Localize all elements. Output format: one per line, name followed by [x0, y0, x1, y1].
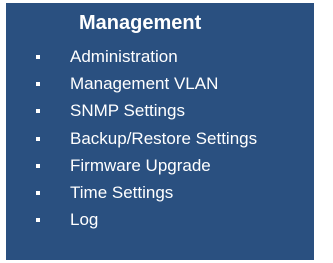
bullet-icon: [36, 163, 40, 168]
menu-item-label: Firmware Upgrade: [70, 155, 211, 175]
menu-title: Management: [79, 12, 202, 34]
menu-item-firmware-upgrade[interactable]: Firmware Upgrade: [6, 155, 314, 182]
menu-item-log[interactable]: Log: [6, 209, 314, 236]
management-menu-panel: Management Administration Management VLA…: [6, 3, 314, 260]
menu-item-snmp-settings[interactable]: SNMP Settings: [6, 100, 314, 127]
menu-item-label: Log: [70, 210, 99, 230]
menu-item-time-settings[interactable]: Time Settings: [6, 182, 314, 209]
management-menu: Administration Management VLAN SNMP Sett…: [6, 46, 314, 236]
bullet-icon: [36, 136, 40, 141]
menu-item-label: Management VLAN: [70, 74, 219, 94]
menu-item-label: SNMP Settings: [70, 101, 185, 121]
bullet-icon: [36, 218, 40, 223]
bullet-icon: [36, 55, 40, 59]
bullet-icon: [36, 82, 40, 87]
menu-item-backup-restore-settings[interactable]: Backup/Restore Settings: [6, 128, 314, 155]
bullet-icon: [36, 109, 40, 114]
menu-item-administration[interactable]: Administration: [6, 46, 314, 73]
menu-item-label: Backup/Restore Settings: [70, 128, 258, 148]
bullet-icon: [36, 190, 40, 195]
menu-item-management-vlan[interactable]: Management VLAN: [6, 73, 314, 100]
menu-item-label: Administration: [70, 47, 178, 66]
menu-item-label: Time Settings: [70, 182, 174, 202]
